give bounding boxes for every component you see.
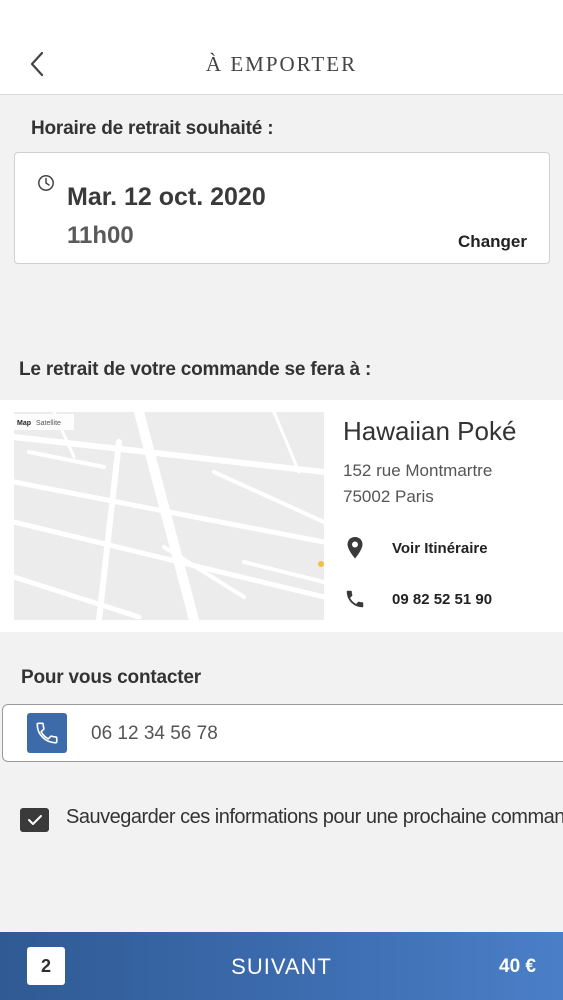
save-info-checkbox[interactable]: [20, 808, 49, 832]
contact-phone-field: [2, 704, 563, 762]
directions-link[interactable]: Voir Itinéraire: [343, 533, 543, 563]
clock-icon: [38, 175, 54, 191]
pickup-date: Mar. 12 oct. 2020: [67, 183, 266, 211]
save-info-label: Sauvegarder ces informations pour une pr…: [66, 806, 563, 828]
pickup-location-label: Le retrait de votre commande se fera à :: [19, 359, 372, 380]
order-total: 40 €: [499, 956, 536, 977]
app-header: À EMPORTER: [0, 0, 563, 95]
change-time-button[interactable]: Changer: [458, 232, 527, 252]
map-pin-icon: [343, 536, 367, 560]
map-type-map-toggle[interactable]: Map: [17, 420, 31, 427]
store-name: Hawaiian Poké: [343, 416, 517, 446]
next-label: SUIVANT: [231, 954, 332, 979]
pickup-time-label: Horaire de retrait souhaité :: [31, 118, 274, 139]
store-phone-number: 09 82 52 51 90: [392, 590, 493, 608]
phone-icon: [27, 713, 67, 753]
check-icon: [27, 815, 42, 825]
contact-phone-input[interactable]: [91, 718, 531, 750]
store-address-line2: 75002 Paris: [343, 487, 434, 506]
save-info-row: Sauvegarder ces informations pour une pr…: [20, 804, 563, 834]
pickup-hour: 11h00: [67, 222, 134, 249]
store-address-line1: 152 rue Montmartre: [343, 461, 493, 480]
map-type-satellite-toggle[interactable]: Satellite: [36, 420, 61, 427]
page-title: À EMPORTER: [205, 52, 358, 76]
pickup-time-card: Mar. 12 oct. 2020 11h00 Changer: [14, 152, 550, 264]
store-panel: Map Satellite Hawaiian Poké 152 rue Mont…: [0, 400, 563, 632]
directions-label: Voir Itinéraire: [392, 539, 488, 557]
store-map[interactable]: Map Satellite: [14, 412, 324, 620]
store-phone-link[interactable]: 09 82 52 51 90: [343, 584, 543, 614]
contact-label: Pour vous contacter: [21, 667, 201, 688]
next-button[interactable]: 2 SUIVANT 40 €: [0, 932, 563, 1000]
phone-icon: [343, 587, 367, 611]
map-streets: Map Satellite: [14, 412, 324, 620]
